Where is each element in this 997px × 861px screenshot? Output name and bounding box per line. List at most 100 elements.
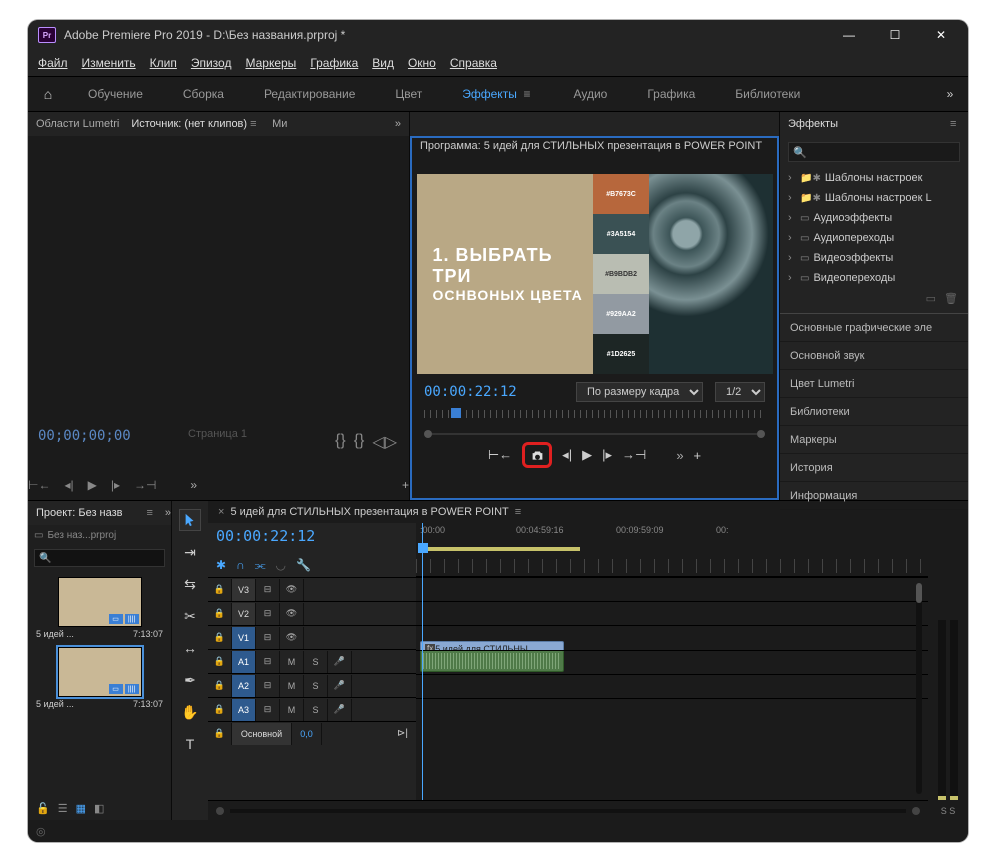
menu-window[interactable]: Окно [408,56,436,71]
ws-libraries[interactable]: Библиотеки [715,87,820,101]
src-mark-out-button[interactable]: →⊣ [134,478,156,492]
work-area-bar[interactable] [420,547,580,551]
maximize-button[interactable]: ☐ [872,20,918,50]
panel-lumetri-color[interactable]: Цвет Lumetri [780,370,968,398]
marker-icon[interactable]: ◡ [276,558,286,572]
selection-tool[interactable] [179,509,201,531]
track-v2[interactable]: 🔒V2⊟👁 [208,601,416,625]
track-v3[interactable]: 🔒V3⊟👁 [208,577,416,601]
src-play-button[interactable]: ▶ [88,478,97,492]
panel-info[interactable]: Информация [780,482,968,510]
list-view-icon[interactable]: ☰ [58,802,68,815]
solo-left[interactable]: S [941,806,947,816]
ws-overflow[interactable]: » [932,87,968,101]
track-a2[interactable]: 🔒A2⊟MS🎤 [208,673,416,697]
src-nav-icon[interactable]: ◁▷ [372,432,397,452]
magnet-icon[interactable]: ∩ [236,558,245,572]
link-icon[interactable]: ⫘ [255,558,266,573]
ws-learn[interactable]: Обучение [68,87,163,101]
tools-panel: ⇥ ⇆ ✂ ↔ ✒ ✋ T [172,501,208,820]
ws-effects[interactable]: Эффекты ≡ [442,87,553,101]
playhead[interactable] [422,523,423,800]
track-a1[interactable]: 🔒A1⊟MS🎤 [208,649,416,673]
export-frame-button[interactable] [522,442,552,468]
effects-tree-item[interactable]: ›▭Видеопереходы [780,268,968,288]
timeline-vscroll[interactable] [916,583,922,794]
slip-tool[interactable]: ↔ [179,637,201,659]
home-button[interactable]: ⌂ [28,86,68,102]
src-step-fwd-button[interactable]: |▸ [111,478,120,492]
pen-tool[interactable]: ✒ [179,669,201,691]
project-bin-item[interactable]: ▭|||| 5 идей ...7:13:07 [34,577,165,639]
ws-color[interactable]: Цвет [375,87,442,101]
lock-icon[interactable]: 🔓 [36,802,50,815]
panel-libraries[interactable]: Библиотеки [780,398,968,426]
program-zoombar[interactable] [424,430,765,438]
prog-mark-in-button[interactable]: ⊢← [488,447,512,463]
prog-play-button[interactable]: ▶ [582,447,592,463]
project-search[interactable]: 🔍 [34,549,165,567]
hand-tool[interactable]: ✋ [179,701,201,723]
delete-icon[interactable]: 🗑 [944,292,958,305]
ws-graphics[interactable]: Графика [627,87,715,101]
program-scrubber[interactable] [424,410,765,422]
ws-audio[interactable]: Аудио [554,87,628,101]
tab-lumetri-scopes[interactable]: Области Lumetri [36,118,119,130]
src-add-button[interactable]: + [402,478,409,492]
effects-tree-item[interactable]: ›▭Видеоэффекты [780,248,968,268]
src-step-back-button[interactable]: ◂| [64,478,73,492]
menu-clip[interactable]: Клип [150,56,177,71]
effects-search[interactable]: 🔍 [788,142,960,162]
cc-icon[interactable]: ◎ [36,825,46,838]
snap-icon[interactable]: ✱ [216,558,226,572]
tab-source[interactable]: Источник: (нет клипов) ≡ [131,118,260,130]
close-button[interactable]: ✕ [918,20,964,50]
timeline-tracks-area[interactable]: :00:00 00:04:59:16 00:09:59:09 00: f [416,523,928,800]
new-bin-icon[interactable]: ▭ [926,292,936,305]
src-mark-in-button[interactable]: ⊢← [28,478,50,492]
menu-file[interactable]: Файл [38,56,68,71]
menu-help[interactable]: Справка [450,56,497,71]
track-select-tool[interactable]: ⇥ [179,541,201,563]
solo-right[interactable]: S [949,806,955,816]
effects-tree-item[interactable]: ›▭Аудиоэффекты [780,208,968,228]
razor-tool[interactable]: ✂ [179,605,201,627]
track-master[interactable]: 🔒Основной0,0⊳| [208,721,416,745]
icon-view-icon[interactable]: ▦ [76,802,86,815]
ripple-tool[interactable]: ⇆ [179,573,201,595]
effects-tree-item[interactable]: ›📁✱Шаблоны настроек L [780,188,968,208]
fit-select[interactable]: По размеру кадра [576,382,703,402]
panel-egp[interactable]: Основные графические эле [780,314,968,342]
tab-trunc[interactable]: Ми [272,118,287,130]
effects-tree-item[interactable]: ›▭Аудиопереходы [780,228,968,248]
prog-step-fwd-button[interactable]: |▸ [602,447,612,463]
src-inout2-icon[interactable]: {} [354,432,365,452]
menu-markers[interactable]: Маркеры [245,56,296,71]
prog-add-button[interactable]: + [694,448,702,463]
settings-icon[interactable]: 🔧 [296,558,311,572]
ws-assembly[interactable]: Сборка [163,87,244,101]
resolution-select[interactable]: 1/2 [715,382,765,402]
project-bin-item[interactable]: ▭|||| 5 идей ...7:13:07 [34,647,165,709]
effects-tree-item[interactable]: ›📁✱Шаблоны настроек [780,168,968,188]
type-tool[interactable]: T [179,733,201,755]
menu-view[interactable]: Вид [372,56,394,71]
project-tab[interactable]: Проект: Без назв [36,507,123,519]
menu-graphics[interactable]: Графика [310,56,358,71]
panel-markers[interactable]: Маркеры [780,426,968,454]
src-inout-icon[interactable]: {} [335,432,346,452]
ws-editing[interactable]: Редактирование [244,87,375,101]
menu-sequence[interactable]: Эпизод [191,56,232,71]
program-title: Программа: 5 идей для СТИЛЬНЫХ презентац… [412,138,777,158]
minimize-button[interactable]: — [826,20,872,50]
prog-mark-out-button[interactable]: →⊣ [622,447,646,463]
track-a3[interactable]: 🔒A3⊟MS🎤 [208,697,416,721]
track-v1[interactable]: 🔒V1⊟👁 [208,625,416,649]
menu-edit[interactable]: Изменить [82,56,136,71]
panel-essential-sound[interactable]: Основной звук [780,342,968,370]
app-window: Pr Adobe Premiere Pro 2019 - D:\Без назв… [28,20,968,842]
freeform-icon[interactable]: ◧ [94,802,104,815]
effects-tab[interactable]: Эффекты [788,118,838,130]
panel-history[interactable]: История [780,454,968,482]
prog-step-back-button[interactable]: ◂| [562,447,572,463]
